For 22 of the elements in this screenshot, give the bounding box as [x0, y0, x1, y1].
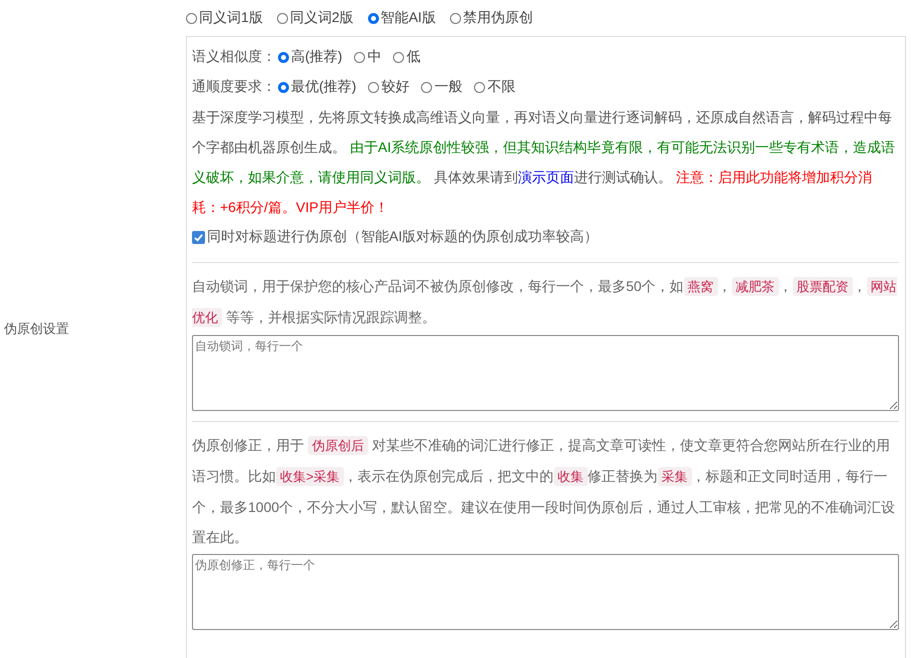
similarity-label: 语义相似度： [192, 48, 276, 66]
demo-page-link[interactable]: 演示页面 [518, 169, 574, 185]
radio-option[interactable]: 最优(推荐) [278, 78, 356, 96]
radio-option[interactable]: 较好 [368, 78, 410, 96]
correction-field[interactable]: 伪原创修正，每行一个 [192, 554, 899, 630]
section-label: 伪原创设置 [4, 320, 69, 338]
radio-option[interactable]: 中 [354, 48, 382, 66]
radio-option[interactable]: 禁用伪原创 [450, 9, 533, 27]
radio-option[interactable]: 不限 [474, 78, 516, 96]
radio-option[interactable]: 同义词1版 [186, 9, 263, 27]
check-icon [193, 232, 204, 242]
radio-option[interactable]: 智能AI版 [368, 9, 436, 27]
lock-words-hint: 自动锁词，用于保护您的核心产品词不被伪原创修改，每行一个，最多50个，如 燕窝 ， 减肥茶 ， 股票配资 ， 网站优化 等等，并根据实际情况跟踪调整。 [192, 276, 898, 329]
radio-option[interactable]: 低 [393, 48, 420, 66]
fluency-label: 通顺度要求： [192, 78, 276, 96]
description-text: 基于深度学习模型，先将原文转换成高维语义向量，再对语义向量进行逐词解码，还原成自然语言，解码过程中每个字都由机器原创生成。 由于AI系统原创性较强，但其知识结构毕竟有限，有可能无法识别一些专有术语，造成语义破坏，如果介意，请使用同义词版。 具体效果请到演示页面进行测试确认。 注意：启用此功能将增加积分消耗：+6积分/篇。VIP用户半价！ [192, 108, 896, 217]
radio-option[interactable]: 高(推荐) [278, 48, 342, 66]
correction-hint: 伪原创修正，用于 伪原创后 对某些不准确的词汇进行修正，提高文章可读性，使文章更符合您网站所在行业的用语习惯。比如 收集>采集 ，表示在伪原创完成后，把文中的 收集 修正替换为 采集 ，标题和正文同时适用，每行一个，最多1000个，不分大小写，默认留空。建议在使用一段时间伪原创后，通过人工审核，把常见的不准确词汇设置在此。 [192, 435, 896, 547]
checkbox-option[interactable]: 同时对标题进行伪原创（智能AI版对标题的伪原创成功率较高） [192, 222, 899, 252]
lock-words-field[interactable]: 自动锁词，每行一个 [192, 335, 899, 411]
radio-option[interactable]: 一般 [421, 78, 462, 96]
radio-option[interactable]: 同义词2版 [276, 9, 354, 27]
